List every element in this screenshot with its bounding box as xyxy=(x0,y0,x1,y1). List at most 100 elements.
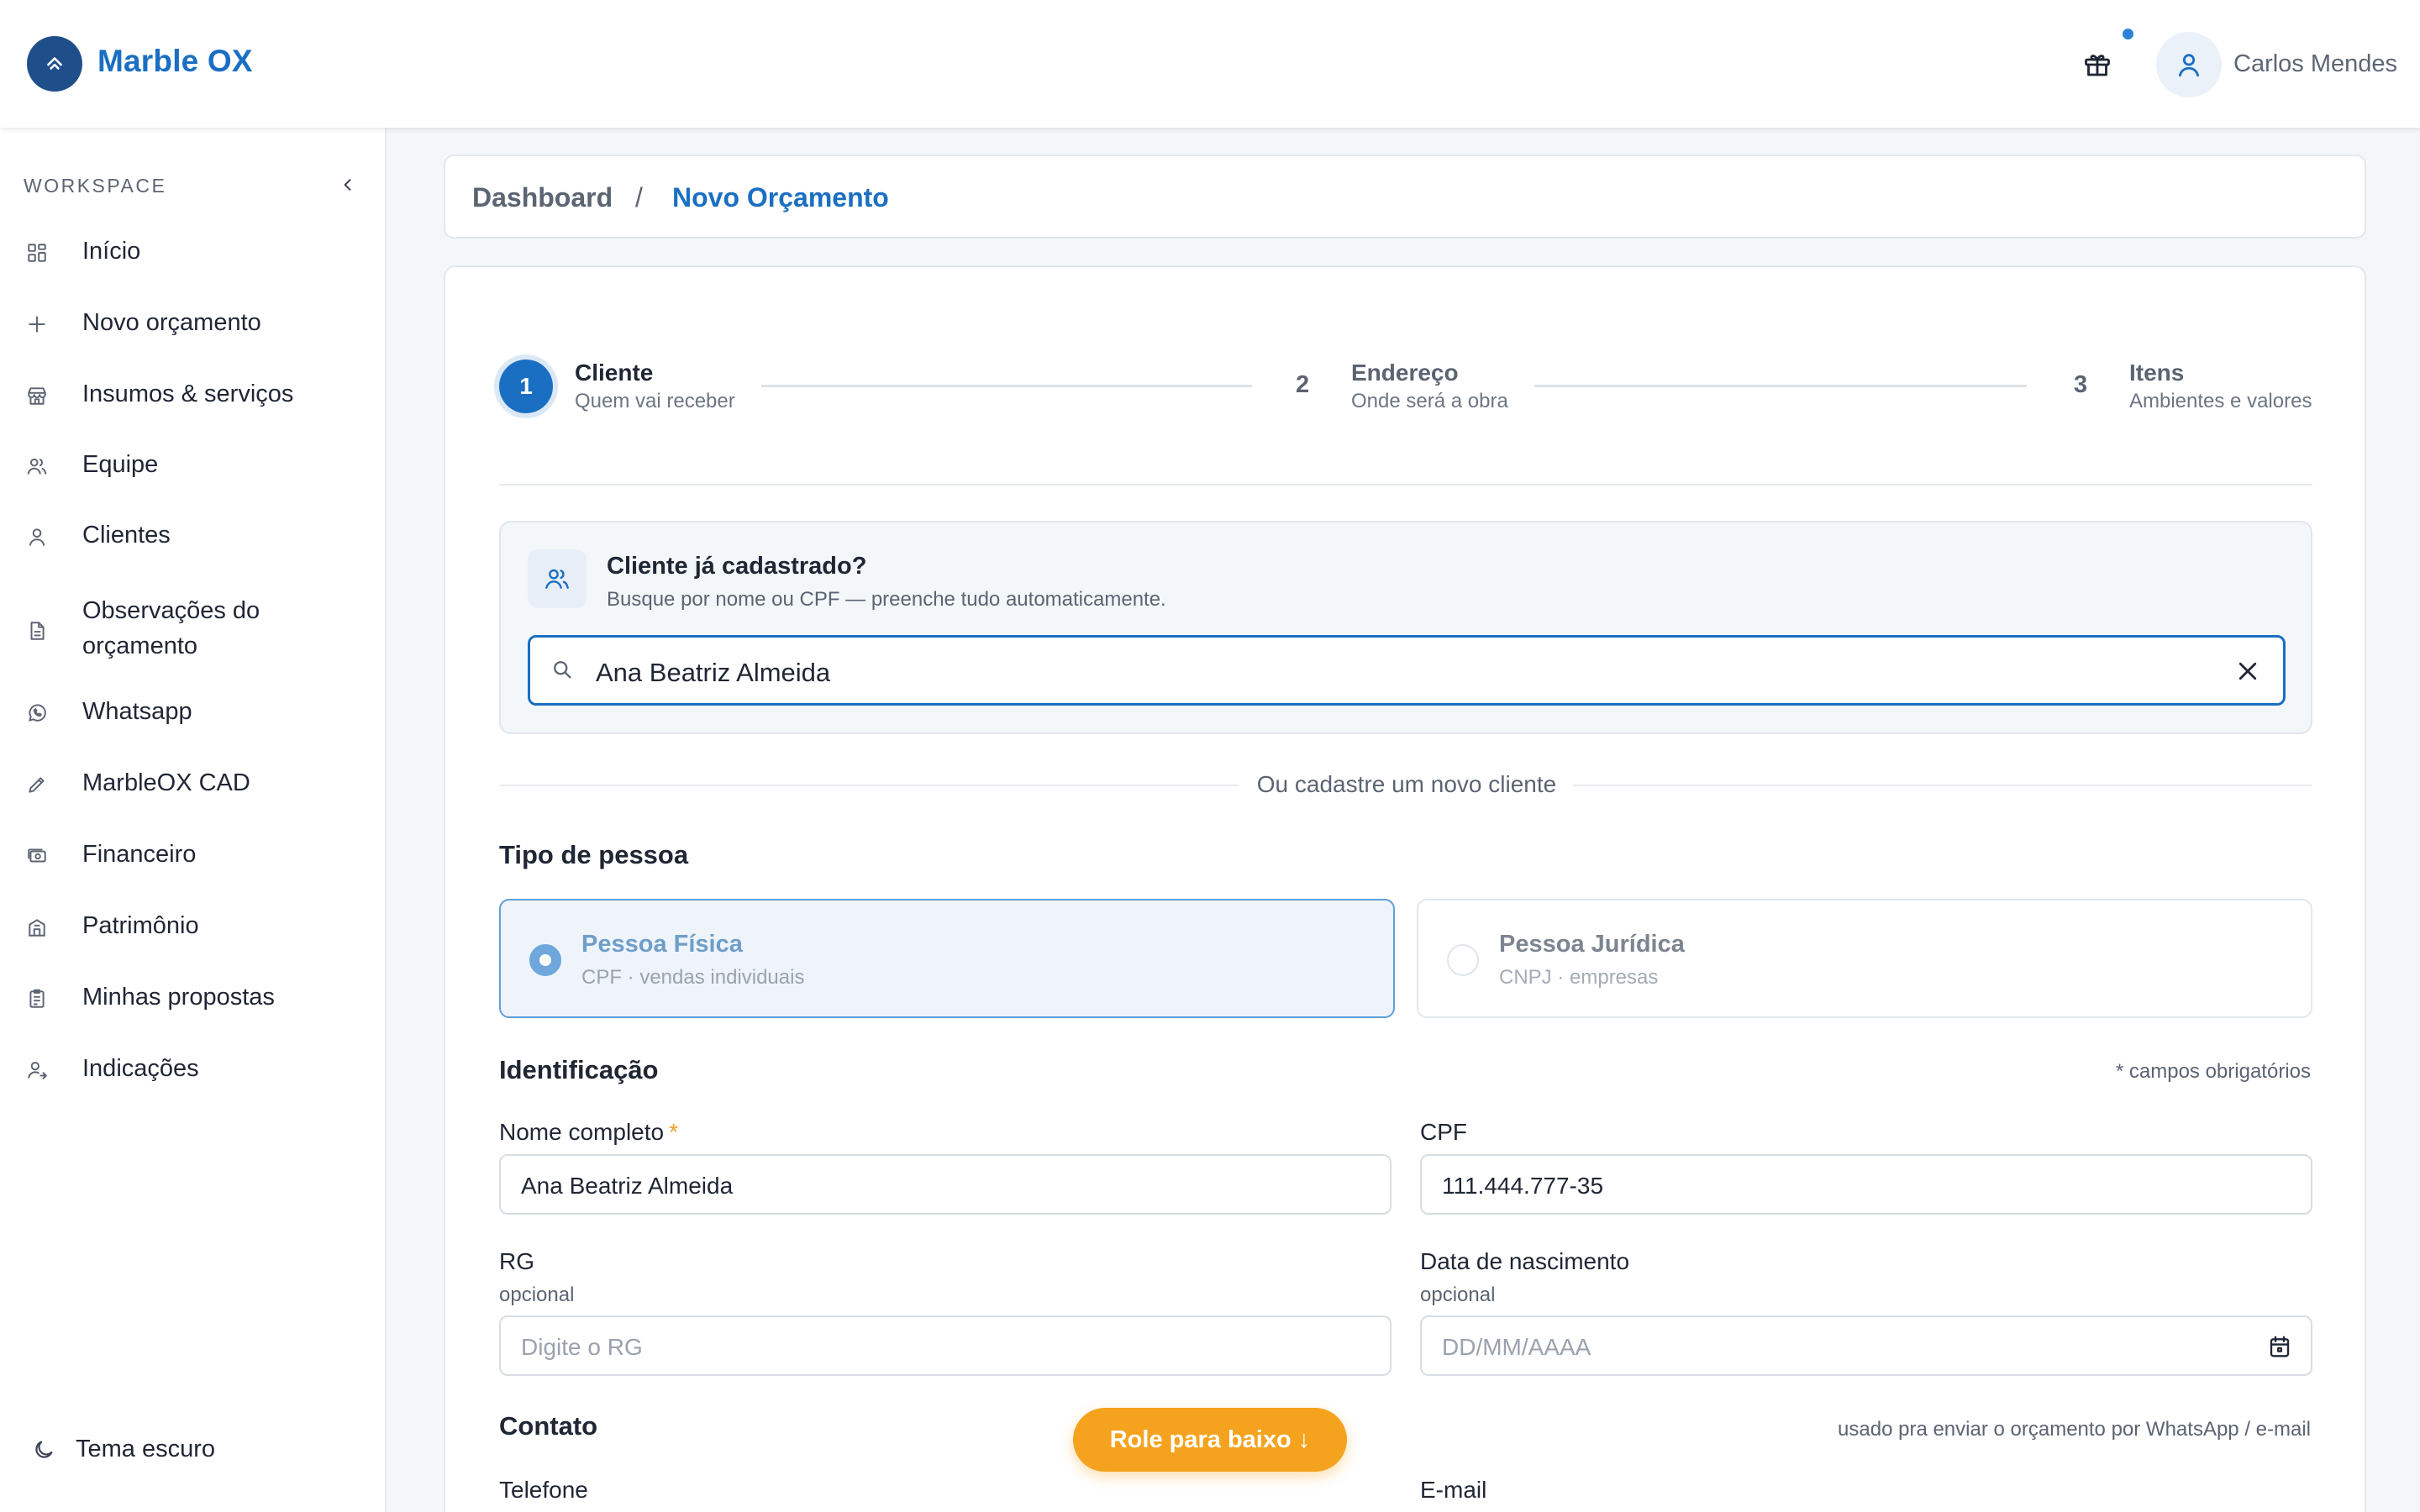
breadcrumb-current: Novo Orçamento xyxy=(672,182,889,213)
radio-selected-icon[interactable] xyxy=(529,944,561,976)
breadcrumb-dashboard-link[interactable]: Dashboard xyxy=(472,182,613,213)
clipboard-icon xyxy=(24,985,50,1012)
brand-name[interactable]: Marble OX xyxy=(97,44,253,79)
step-2-title: Endereço xyxy=(1351,360,1459,386)
sidebar-item-insumos[interactable]: Insumos & serviços xyxy=(24,381,368,412)
scroll-down-button[interactable]: Role para baixo ↓ xyxy=(1073,1408,1347,1472)
whatsapp-icon xyxy=(24,700,50,727)
sidebar-item-marbleox-cad[interactable]: MarbleOX CAD xyxy=(24,769,368,801)
sidebar-item-inicio[interactable]: Início xyxy=(24,238,368,269)
option-subtitle: CPF · vendas individuais xyxy=(581,966,805,989)
cpf-value: 111.444.777-35 xyxy=(1442,1173,1604,1199)
logo-icon[interactable] xyxy=(27,36,82,92)
user-name[interactable]: Carlos Mendes xyxy=(2233,50,2397,78)
full-name-value: Ana Beatriz Almeida xyxy=(521,1173,734,1199)
breadcrumb-separator: / xyxy=(635,182,643,213)
full-name-field[interactable]: Ana Beatriz Almeida xyxy=(499,1154,1392,1215)
sidebar-item-novo-orcamento[interactable]: Novo orçamento xyxy=(24,309,368,340)
rg-placeholder: Digite o RG xyxy=(521,1334,643,1360)
search-icon xyxy=(550,658,574,685)
user-icon xyxy=(2178,54,2200,77)
moon-icon xyxy=(30,1436,57,1463)
plus-icon xyxy=(24,311,50,338)
sidebar-item-label: Clientes xyxy=(82,522,171,549)
step-3-title: Itens xyxy=(2129,360,2185,386)
building-icon xyxy=(24,914,50,941)
step-2-indicator[interactable]: 2 xyxy=(1296,371,1309,399)
workspace-label: WORKSPACE xyxy=(24,175,167,197)
chevron-left-icon xyxy=(344,179,351,191)
sidebar-item-label: Patrimônio xyxy=(82,912,199,939)
theme-toggle-label: Tema escuro xyxy=(76,1436,216,1462)
sidebar-item-label: Equipe xyxy=(82,451,159,478)
cpf-label: CPF xyxy=(1420,1119,1467,1145)
user-referral-icon xyxy=(24,1057,50,1084)
sidebar-item-patrimonio[interactable]: Patrimônio xyxy=(24,912,368,943)
full-name-label: Nome completo * xyxy=(499,1119,678,1146)
gift-icon[interactable] xyxy=(2079,46,2116,83)
top-bar: Marble OX Carlos Mendes xyxy=(0,0,2420,128)
sidebar-item-label: Minhas propostas xyxy=(82,984,275,1011)
phone-label: Telefone xyxy=(499,1477,588,1503)
person-type-juridica-option[interactable]: Pessoa Jurídica CNPJ · empresas xyxy=(1417,899,2312,1018)
existing-client-panel: Cliente já cadastrado? Busque por nome o… xyxy=(499,521,2312,734)
contact-note: usado pra enviar o orçamento por WhatsAp… xyxy=(1838,1418,2311,1441)
birth-date-field[interactable]: DD/MM/AAAA xyxy=(1420,1315,2312,1376)
existing-client-subtitle: Busque por nome ou CPF — preenche tudo a… xyxy=(607,588,1166,611)
sidebar-item-observacoes[interactable]: Observações do orçamento xyxy=(24,597,368,664)
breadcrumb: Dashboard / Novo Orçamento xyxy=(444,155,2366,239)
or-divider-text: Ou cadastre um novo cliente xyxy=(1239,771,1574,797)
option-subtitle: CNPJ · empresas xyxy=(1499,966,1659,989)
client-search-value: Ana Beatriz Almeida xyxy=(596,658,831,687)
rg-hint: opcional xyxy=(499,1284,575,1306)
rg-field[interactable]: Digite o RG xyxy=(499,1315,1392,1376)
person-type-fisica-option[interactable]: Pessoa Física CPF · vendas individuais xyxy=(499,899,1395,1018)
radio-unselected-icon[interactable] xyxy=(1447,944,1479,976)
sidebar-item-label: Novo orçamento xyxy=(82,309,261,336)
cash-icon xyxy=(24,843,50,869)
notification-dot xyxy=(2123,29,2133,39)
contact-heading: Contato xyxy=(499,1411,598,1441)
quote-form-card: 1 Cliente Quem vai receber 2 Endereço On… xyxy=(444,265,2366,1512)
dashboard-grid-icon xyxy=(24,239,50,266)
sidebar-item-minhas-propostas[interactable]: Minhas propostas xyxy=(24,984,368,1015)
option-title: Pessoa Jurídica xyxy=(1499,931,1685,958)
step-2-subtitle: Onde será a obra xyxy=(1351,390,1508,412)
team-icon xyxy=(24,453,50,480)
step-1-title: Cliente xyxy=(575,360,654,386)
user-icon xyxy=(24,523,50,550)
required-fields-note: * campos obrigatórios xyxy=(2115,1060,2311,1083)
calendar-icon[interactable] xyxy=(2265,1332,2294,1361)
full-name-label-text: Nome completo xyxy=(499,1119,665,1145)
sidebar-item-financeiro[interactable]: Financeiro xyxy=(24,841,368,872)
or-divider-label: Ou cadastre um novo cliente xyxy=(445,771,2368,798)
pencil-icon xyxy=(24,771,50,798)
user-avatar[interactable] xyxy=(2156,32,2222,97)
cpf-field[interactable]: 111.444.777-35 xyxy=(1420,1154,2312,1215)
identification-heading: Identificação xyxy=(499,1055,659,1084)
close-icon[interactable] xyxy=(2233,656,2263,686)
sidebar-item-label: Observações do orçamento xyxy=(82,597,260,659)
option-title: Pessoa Física xyxy=(581,931,743,958)
birth-date-placeholder: DD/MM/AAAA xyxy=(1442,1334,1591,1360)
step-3-indicator[interactable]: 3 xyxy=(2074,371,2087,399)
theme-toggle[interactable]: Tema escuro xyxy=(30,1431,215,1467)
email-label: E-mail xyxy=(1420,1477,1487,1503)
sidebar-item-whatsapp[interactable]: Whatsapp xyxy=(24,698,368,729)
sidebar-item-label: MarbleOX CAD xyxy=(82,769,250,796)
step-1-indicator[interactable]: 1 xyxy=(499,360,553,413)
sidebar: WORKSPACE Início Novo orçamento Insumos … xyxy=(0,128,387,1512)
divider xyxy=(499,484,2312,486)
sidebar-item-indicacoes[interactable]: Indicações xyxy=(24,1055,368,1086)
sidebar-item-label: Indicações xyxy=(82,1055,199,1082)
sidebar-item-clientes[interactable]: Clientes xyxy=(24,522,368,553)
sidebar-item-label: Início xyxy=(82,238,141,265)
step-3-subtitle: Ambientes e valores xyxy=(2129,390,2312,412)
step-connector xyxy=(761,385,1252,387)
collapse-sidebar-button[interactable] xyxy=(333,170,363,200)
person-type-heading: Tipo de pessoa xyxy=(499,840,689,869)
rg-label: RG xyxy=(499,1248,534,1274)
sidebar-item-equipe[interactable]: Equipe xyxy=(24,451,368,482)
required-mark: * xyxy=(669,1119,678,1145)
client-search-input[interactable]: Ana Beatriz Almeida xyxy=(528,635,2286,706)
